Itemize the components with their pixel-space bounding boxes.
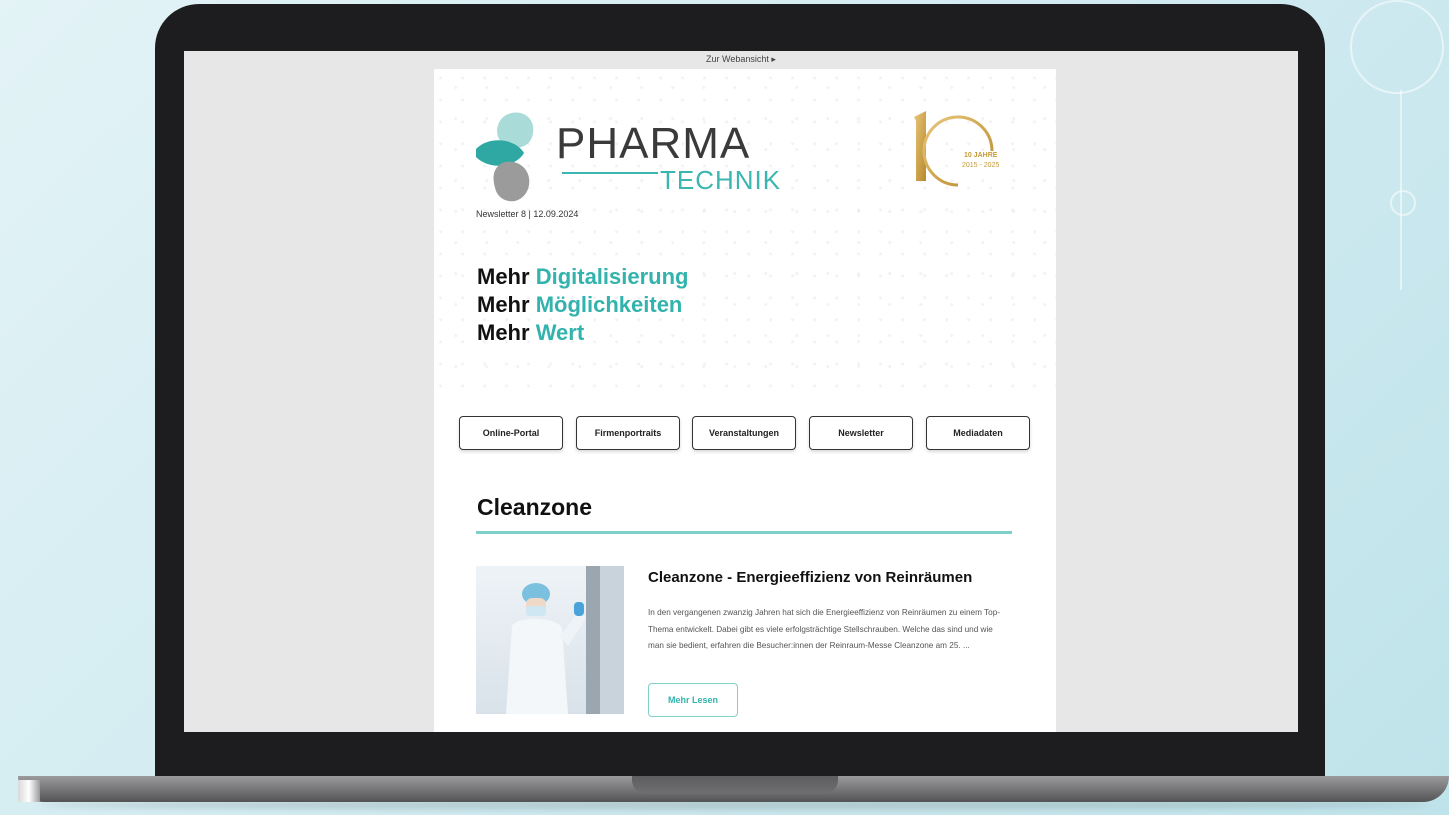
laptop-notch [632,776,838,794]
nav-button-newsletter[interactable]: Newsletter [809,416,913,450]
logo-subtitle: TECHNIK [660,165,782,195]
nav-button-veranstaltungen[interactable]: Veranstaltungen [692,416,796,450]
issue-info: Newsletter 8 | 12.09.2024 [476,209,579,219]
article-title[interactable]: Cleanzone - Energieeffizienz von Reinräu… [648,569,972,586]
tagline-lead: Mehr [477,264,530,289]
tagline-accent: Möglichkeiten [535,292,683,317]
tagline-lead: Mehr [477,292,530,317]
tagline-lead: Mehr [477,320,530,345]
logo-wordmark: PHARMA [556,119,751,168]
background-decoration [1350,0,1444,94]
anniversary-title: 10 JAHRE [963,152,998,159]
tagline: Mehr Digitalisierung Mehr Möglichkeiten … [477,263,688,347]
tagline-line: Mehr Digitalisierung [477,263,688,291]
article-image[interactable] [476,566,624,714]
tagline-line: Mehr Möglichkeiten [477,291,688,319]
laptop-screen: Zur Webansicht ▸ PHARMA TECHNIK 10 JAHRE… [184,51,1298,732]
anniversary-years: 2015 - 2025 [962,162,1000,169]
article-teaser: In den vergangenen zwanzig Jahren hat si… [648,608,1000,650]
cleanroom-worker-illustration [506,566,624,714]
logo-rule [562,172,658,174]
nav-button-online-portal[interactable]: Online-Portal [459,416,563,450]
web-view-link[interactable]: Zur Webansicht ▸ [184,51,1298,69]
section-divider [476,531,1012,534]
tagline-line: Mehr Wert [477,319,688,347]
nav-button-firmenportraits[interactable]: Firmenportraits [576,416,680,450]
ten-year-anniversary-icon [914,111,994,187]
pharma-technik-logo-icon [476,112,534,202]
nav-button-mediadaten[interactable]: Mediadaten [926,416,1030,450]
laptop-hinge [18,780,40,802]
newsletter-body: PHARMA TECHNIK 10 JAHRE 2015 - 2025 News… [434,69,1056,732]
background-decoration [1390,190,1416,216]
tagline-accent: Digitalisierung [535,264,689,289]
anniversary-label: 10 JAHRE 2015 - 2025 [962,151,999,171]
newsletter-header: PHARMA TECHNIK 10 JAHRE 2015 - 2025 News… [434,69,1056,391]
section-title: Cleanzone [477,494,593,520]
read-more-button[interactable]: Mehr Lesen [648,683,738,717]
tagline-accent: Wert [535,320,585,345]
